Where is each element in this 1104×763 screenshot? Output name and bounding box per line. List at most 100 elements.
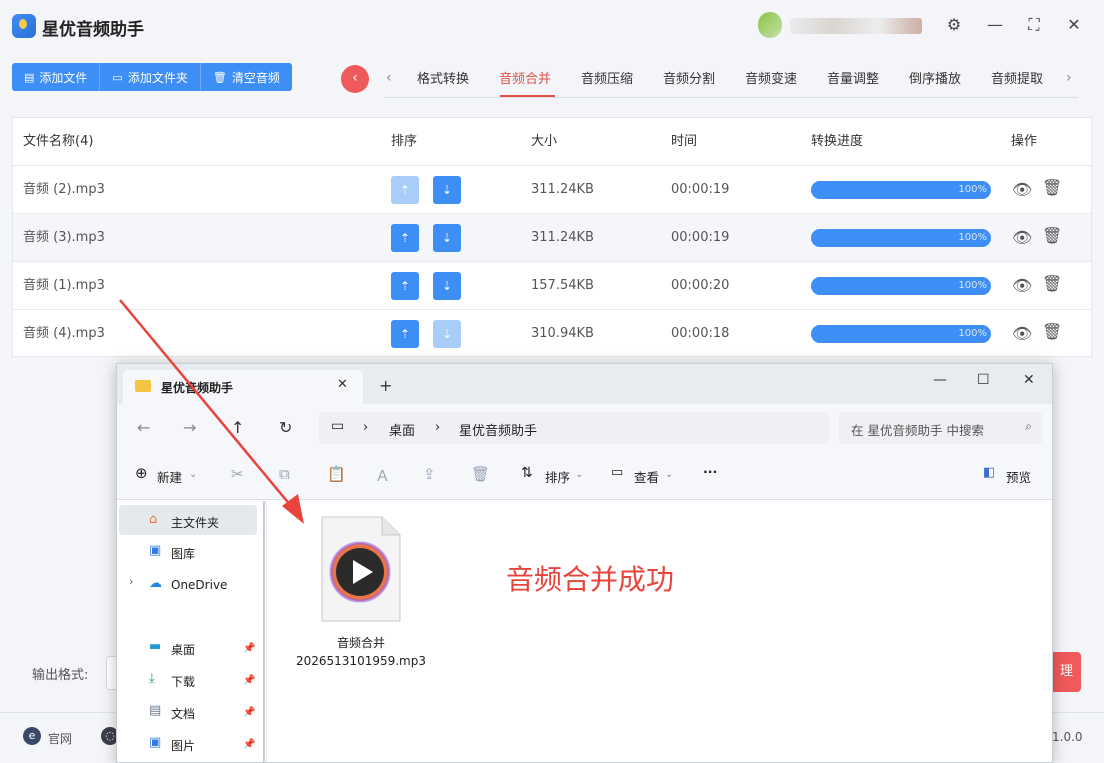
new-tab-icon[interactable]: + bbox=[379, 376, 392, 395]
tab-audio-extract[interactable]: 音频提取 bbox=[991, 68, 1043, 87]
view-button[interactable]: 查看 bbox=[634, 467, 659, 486]
share-icon[interactable]: ⇪ bbox=[423, 465, 436, 483]
clear-audio-button[interactable]: 🗑 清空音频 bbox=[200, 63, 292, 91]
tab-format-convert[interactable]: 格式转换 bbox=[417, 68, 469, 87]
paste-icon[interactable]: 📋 bbox=[327, 465, 346, 483]
file-name-label[interactable]: 音频合并 2026513101959.mp3 bbox=[287, 634, 435, 670]
file-duration: 00:00:20 bbox=[671, 278, 730, 293]
website-icon[interactable]: e bbox=[23, 727, 41, 745]
view-icon: ▭ bbox=[611, 465, 624, 480]
table-row: 音频 (3).mp3 ⇡ ⇣ 311.24KB 00:00:19 100% 👁 … bbox=[13, 214, 1091, 262]
cut-icon[interactable]: ✂ bbox=[231, 465, 244, 483]
explorer-search-input[interactable]: 在 星优音频助手 中搜索 ⌕ bbox=[839, 412, 1042, 444]
app-logo bbox=[12, 14, 36, 38]
preview-eye-icon[interactable]: 👁 bbox=[1012, 324, 1032, 343]
rename-icon[interactable]: Ａ bbox=[375, 465, 390, 486]
delete-trash-icon[interactable]: 🗑 bbox=[1042, 226, 1062, 245]
sidebar-item-desktop[interactable]: 桌面 bbox=[171, 641, 195, 658]
refresh-icon[interactable]: ↻ bbox=[279, 418, 292, 437]
version-label: 1.0.0 bbox=[1052, 730, 1083, 744]
explorer-navbar: ← → ↑ ↻ ▭ › 桌面 › 星优音频助手 在 星优音频助手 中搜索 ⌕ bbox=[117, 404, 1052, 452]
mp3-file-icon[interactable] bbox=[320, 515, 402, 623]
preview-button[interactable]: 预览 bbox=[1006, 467, 1031, 486]
tab-audio-merge[interactable]: 音频合并 bbox=[499, 68, 551, 87]
file-icon: ▤ bbox=[24, 70, 35, 84]
delete-trash-icon[interactable]: 🗑 bbox=[1042, 322, 1062, 341]
sort-button[interactable]: 排序 bbox=[545, 467, 570, 486]
move-up-button[interactable]: ⇡ bbox=[391, 224, 419, 252]
file-duration: 00:00:19 bbox=[671, 182, 730, 197]
explorer-tabbar: 星优音频助手 ✕ + — ☐ ✕ bbox=[117, 364, 1052, 404]
new-plus-icon: ⊕ bbox=[135, 464, 148, 482]
output-format-label: 输出格式: bbox=[32, 668, 89, 683]
progress-bar: 100% bbox=[811, 229, 991, 247]
move-down-button[interactable]: ⇣ bbox=[433, 320, 461, 348]
file-table: 文件名称(4) 排序 大小 时间 转换进度 操作 音频 (2).mp3 ⇡ ⇣ … bbox=[12, 117, 1092, 357]
tab-audio-split[interactable]: 音频分割 bbox=[663, 68, 715, 87]
expand-chevron-icon[interactable]: › bbox=[129, 575, 133, 588]
delete-trash-icon[interactable]: 🗑 bbox=[1042, 178, 1062, 197]
copy-icon[interactable]: ⧉ bbox=[279, 465, 290, 483]
close-icon[interactable]: ✕ bbox=[1063, 14, 1085, 36]
file-name: 音频 (1).mp3 bbox=[23, 278, 105, 293]
move-down-button[interactable]: ⇣ bbox=[433, 272, 461, 300]
file-name-line1: 音频合并 bbox=[336, 636, 385, 650]
maximize-icon[interactable]: ⛶ bbox=[1023, 14, 1045, 36]
move-up-button[interactable]: ⇡ bbox=[391, 272, 419, 300]
sidebar-item-downloads[interactable]: 下载 bbox=[171, 673, 195, 690]
more-options-icon[interactable]: ··· bbox=[703, 464, 717, 479]
add-folder-button[interactable]: ▭ 添加文件夹 bbox=[100, 63, 201, 91]
delete-icon[interactable]: 🗑 bbox=[471, 465, 490, 483]
home-icon: ⌂ bbox=[149, 512, 158, 527]
minimize-icon[interactable]: — bbox=[984, 14, 1006, 36]
tabs-prev-icon[interactable]: ‹ bbox=[386, 70, 392, 86]
col-action: 操作 bbox=[1011, 134, 1038, 149]
sidebar-item-gallery[interactable]: 图库 bbox=[171, 545, 195, 562]
col-name: 文件名称(4) bbox=[23, 134, 94, 149]
file-duration: 00:00:18 bbox=[671, 326, 730, 341]
folder-icon: ▭ bbox=[112, 70, 123, 84]
address-bar[interactable]: ▭ › 桌面 › 星优音频助手 bbox=[319, 412, 829, 444]
tab-reverse-play[interactable]: 倒序播放 bbox=[909, 68, 961, 87]
file-toolbar: ▤ 添加文件 ▭ 添加文件夹 🗑 清空音频 bbox=[12, 63, 292, 91]
back-button[interactable]: ‹ bbox=[341, 65, 369, 93]
breadcrumb-desktop[interactable]: 桌面 bbox=[389, 420, 415, 439]
move-down-button[interactable]: ⇣ bbox=[433, 176, 461, 204]
explorer-minimize-icon[interactable]: — bbox=[933, 372, 947, 388]
file-name: 音频 (2).mp3 bbox=[23, 182, 105, 197]
preview-eye-icon[interactable]: 👁 bbox=[1012, 228, 1032, 247]
back-arrow-icon[interactable]: ← bbox=[137, 418, 150, 437]
sidebar-scrollbar[interactable] bbox=[263, 501, 265, 762]
table-row: 音频 (1).mp3 ⇡ ⇣ 157.54KB 00:00:20 100% 👁 … bbox=[13, 262, 1091, 310]
folder-icon bbox=[135, 380, 151, 392]
move-up-button[interactable]: ⇡ bbox=[391, 320, 419, 348]
up-arrow-icon[interactable]: ↑ bbox=[231, 418, 244, 437]
explorer-maximize-icon[interactable]: ☐ bbox=[977, 372, 990, 388]
sidebar-item-pictures[interactable]: 图片 bbox=[171, 737, 195, 754]
preview-eye-icon[interactable]: 👁 bbox=[1012, 180, 1032, 199]
sidebar-item-documents[interactable]: 文档 bbox=[171, 705, 195, 722]
preview-eye-icon[interactable]: 👁 bbox=[1012, 276, 1032, 295]
breadcrumb-folder[interactable]: 星优音频助手 bbox=[459, 420, 537, 439]
tab-audio-compress[interactable]: 音频压缩 bbox=[581, 68, 633, 87]
add-file-label: 添加文件 bbox=[39, 70, 88, 85]
user-avatar[interactable] bbox=[758, 12, 782, 38]
tabs-next-icon[interactable]: › bbox=[1066, 70, 1072, 86]
move-down-button[interactable]: ⇣ bbox=[433, 224, 461, 252]
add-file-button[interactable]: ▤ 添加文件 bbox=[12, 63, 101, 91]
new-button[interactable]: 新建 bbox=[157, 467, 182, 486]
progress-bar: 100% bbox=[811, 181, 991, 199]
delete-trash-icon[interactable]: 🗑 bbox=[1042, 274, 1062, 293]
sidebar-item-onedrive[interactable]: OneDrive bbox=[171, 578, 227, 592]
explorer-close-icon[interactable]: ✕ bbox=[1023, 372, 1035, 388]
website-link[interactable]: 官网 bbox=[48, 730, 72, 747]
tab-audio-speed[interactable]: 音频变速 bbox=[745, 68, 797, 87]
progress-label: 100% bbox=[958, 328, 987, 339]
sidebar-item-home[interactable]: 主文件夹 bbox=[171, 514, 219, 531]
move-up-button[interactable]: ⇡ bbox=[391, 176, 419, 204]
settings-icon[interactable]: ⚙ bbox=[943, 14, 965, 36]
explorer-tab[interactable]: 星优音频助手 ✕ bbox=[123, 370, 363, 404]
tab-close-icon[interactable]: ✕ bbox=[337, 377, 348, 392]
forward-arrow-icon[interactable]: → bbox=[183, 418, 196, 437]
tab-volume-adjust[interactable]: 音量调整 bbox=[827, 68, 879, 87]
